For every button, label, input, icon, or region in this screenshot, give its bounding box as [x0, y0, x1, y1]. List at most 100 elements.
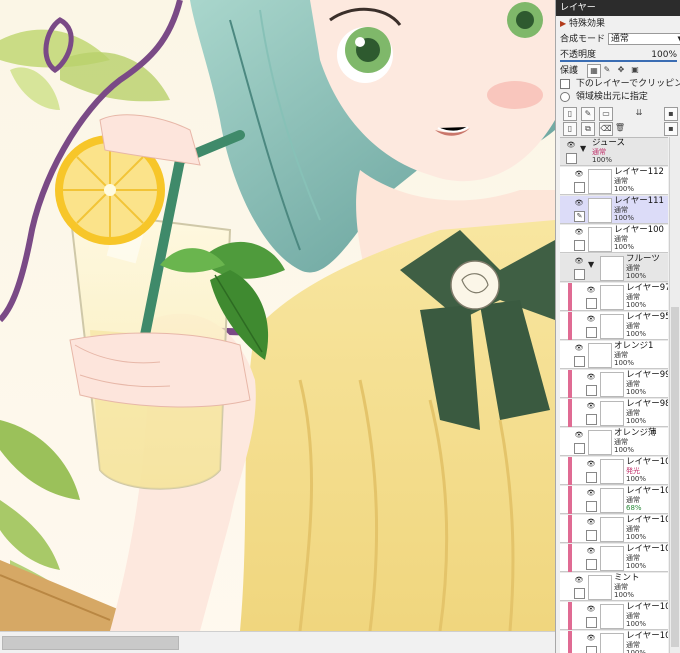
visibility-eye-icon[interactable]: 👁 [586, 634, 596, 642]
opacity-slider[interactable] [560, 60, 677, 62]
clipping-indicator [568, 370, 572, 398]
lock-toggle[interactable] [586, 298, 597, 309]
layer-row[interactable]: 👁 レイヤー97 通常 100% [560, 283, 668, 311]
merge-icon[interactable]: ⇊ [633, 107, 645, 119]
visibility-eye-icon[interactable]: 👁 [574, 199, 584, 207]
layer-row[interactable]: 👁 レイヤー101通常100% [560, 515, 668, 543]
visibility-eye-icon[interactable]: 👁 [586, 460, 596, 468]
visibility-eye-icon[interactable]: 👁 [566, 141, 576, 149]
opacity-row[interactable]: 不透明度 100% [560, 49, 677, 62]
edit-pen-icon[interactable]: ✎ [574, 211, 585, 222]
canvas-horizontal-scrollbar[interactable] [0, 631, 555, 653]
layer-row[interactable]: 👁 オレンジ1 通常 100% [560, 341, 668, 369]
layer-row[interactable]: 👁 レイヤー104発光100% [560, 457, 668, 485]
lock-toggle[interactable] [574, 356, 585, 367]
visibility-eye-icon[interactable]: 👁 [574, 228, 584, 236]
clipping-indicator [568, 544, 572, 572]
lock-icon[interactable]: ▣ [629, 64, 641, 76]
layer-blend-mode: 通常 [614, 235, 628, 243]
lock-toggle[interactable] [574, 443, 585, 454]
panel-option-icon[interactable]: ▪ [664, 107, 678, 121]
special-effects-toggle[interactable]: ▶ 特殊効果 [560, 18, 605, 30]
layer-name: オレンジ1 [614, 341, 654, 351]
layer-folder-row[interactable]: 👁 ▼ フルーツ 通常 100% [560, 254, 668, 282]
layer-row[interactable]: 👁 レイヤー105通常100% [560, 631, 668, 653]
layer-name: レイヤー98 [626, 399, 668, 409]
layer-list-scrollbar[interactable] [669, 137, 680, 653]
visibility-eye-icon[interactable]: 👁 [574, 431, 584, 439]
lock-toggle[interactable] [586, 530, 597, 541]
panel-option2-icon[interactable]: ▪ [664, 122, 678, 136]
visibility-eye-icon[interactable]: 👁 [586, 547, 596, 555]
visibility-eye-icon[interactable]: 👁 [574, 170, 584, 178]
lock-toggle[interactable] [586, 472, 597, 483]
move-lock-icon[interactable]: ✥ [615, 64, 627, 76]
visibility-eye-icon[interactable]: 👁 [586, 489, 596, 497]
new-layer-icon[interactable]: ▯ [563, 107, 577, 121]
lock-toggle[interactable] [574, 588, 585, 599]
layer-blend-mode: 通常 [626, 380, 640, 388]
visibility-eye-icon[interactable]: 👁 [586, 286, 596, 294]
layer-row[interactable]: 👁 レイヤー103通常68% [560, 486, 668, 514]
blend-mode-value: 通常 [610, 34, 629, 44]
clipping-checkbox[interactable] [560, 78, 570, 89]
layer-row[interactable]: 👁 レイヤー102通常100% [560, 544, 668, 572]
visibility-eye-icon[interactable]: 👁 [574, 576, 584, 584]
visibility-eye-icon[interactable]: 👁 [586, 315, 596, 323]
blend-mode-select[interactable]: 通常 ▼ [607, 33, 680, 45]
folder-expand-icon[interactable]: ▼ [588, 260, 594, 269]
lock-toggle[interactable] [586, 385, 597, 396]
layer-blend-mode: 通常 [626, 264, 640, 272]
blend-mode-label: 合成モード [560, 34, 606, 45]
lock-toggle[interactable] [574, 269, 585, 280]
layer-row[interactable]: 👁 レイヤー100 通常 100% [560, 225, 668, 253]
layer-row[interactable]: 👁 オレンジ薄 通常 100% [560, 428, 668, 456]
new-layer-set-icon[interactable]: ▯ [563, 122, 577, 136]
new-folder-icon[interactable]: ▭ [599, 107, 613, 121]
layer-opacity: 100% [626, 272, 647, 280]
lock-toggle[interactable] [586, 617, 597, 628]
layer-row[interactable]: 👁 レイヤー112 通常 100% [560, 167, 668, 195]
lock-toggle[interactable] [586, 501, 597, 512]
clear-layer-icon[interactable]: ⌫ [599, 122, 613, 136]
scrollbar-thumb[interactable] [671, 307, 679, 647]
layer-blend-mode: 通常 [626, 612, 640, 620]
layer-row[interactable]: 👁 レイヤー106通常100% [560, 602, 668, 630]
layer-blend-mode: 通常 [614, 438, 628, 446]
layer-row[interactable]: 👁 ✎ レイヤー111 通常 100% [560, 196, 668, 224]
scrollbar-thumb[interactable] [2, 636, 179, 650]
visibility-eye-icon[interactable]: 👁 [586, 402, 596, 410]
new-vector-layer-icon[interactable]: ✎ [581, 107, 595, 121]
folder-expand-icon[interactable]: ▼ [580, 144, 586, 153]
artwork [0, 0, 555, 653]
visibility-eye-icon[interactable]: 👁 [586, 605, 596, 613]
layer-row[interactable]: 👁 レイヤー95 通常 100% [560, 312, 668, 340]
lock-toggle[interactable] [586, 327, 597, 338]
layer-name: レイヤー112 [614, 167, 664, 177]
delete-layer-icon[interactable]: 🗑 [614, 122, 626, 134]
layer-row[interactable]: 👁 レイヤー99 通常 100% [560, 370, 668, 398]
lock-toggle[interactable] [566, 153, 577, 164]
layer-row[interactable]: 👁 ミント 通常 100% [560, 573, 668, 601]
lock-toggle[interactable] [586, 559, 597, 570]
visibility-eye-icon[interactable]: 👁 [574, 257, 584, 265]
layer-opacity: 100% [614, 591, 635, 599]
drawing-canvas[interactable] [0, 0, 555, 653]
clipping-checkbox-row[interactable]: 下のレイヤーでクリッピング [560, 78, 680, 90]
layer-row[interactable]: 👁 レイヤー98 通常 100% [560, 399, 668, 427]
lock-toggle[interactable] [574, 182, 585, 193]
lock-toggle[interactable] [586, 646, 597, 653]
visibility-eye-icon[interactable]: 👁 [586, 518, 596, 526]
visibility-eye-icon[interactable]: 👁 [574, 344, 584, 352]
source-checkbox[interactable] [560, 91, 570, 102]
copy-layer-icon[interactable]: ⧉ [581, 122, 595, 136]
lock-toggle[interactable] [574, 240, 585, 251]
pen-lock-icon[interactable]: ✎ [601, 64, 613, 76]
source-checkbox-row[interactable]: 領域検出元に指定 [560, 91, 648, 103]
opacity-label: 不透明度 [560, 50, 597, 60]
checker-icon[interactable]: ▦ [587, 64, 601, 78]
layer-folder-row[interactable]: 👁 ▼ ジュース 通常 100% [560, 138, 668, 166]
lock-toggle[interactable] [586, 414, 597, 425]
layer-list[interactable]: 👁 ▼ ジュース 通常 100% 👁 レイヤー112 通常 100% 👁 ✎ レイヤー111 通常 100… [560, 137, 668, 653]
visibility-eye-icon[interactable]: 👁 [586, 373, 596, 381]
